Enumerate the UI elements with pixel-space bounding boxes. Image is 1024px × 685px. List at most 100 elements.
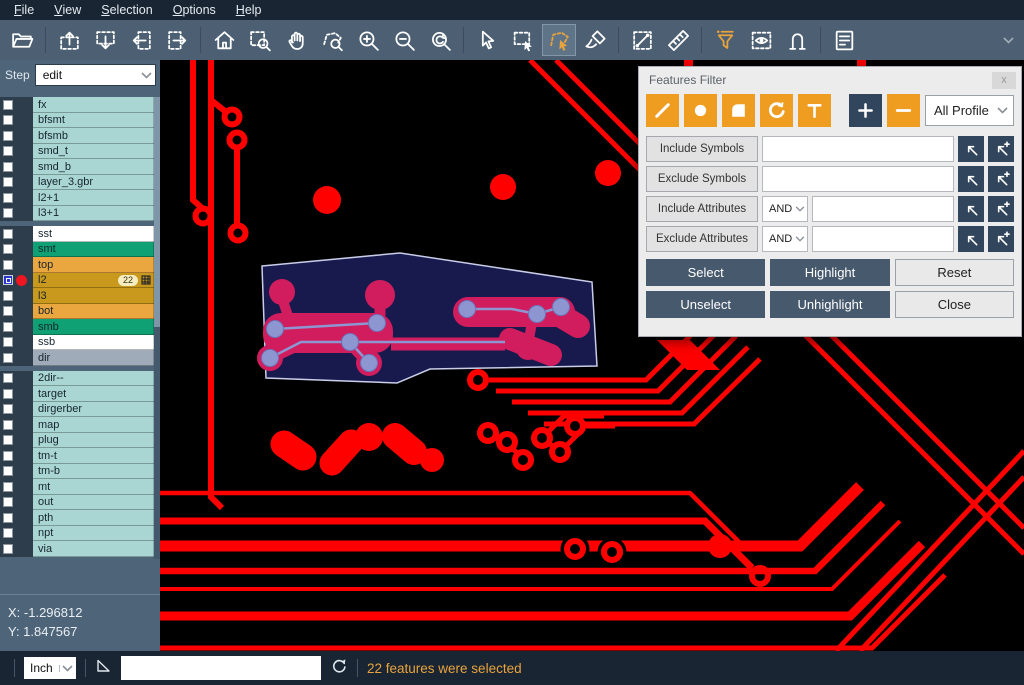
exclude-attributes-pick-add-button[interactable]	[988, 226, 1014, 252]
layer-row-sst[interactable]: sst	[0, 226, 160, 242]
layer-visibility-checkbox[interactable]	[3, 435, 13, 445]
layer-label[interactable]: map	[33, 417, 154, 433]
layer-label[interactable]: pth	[33, 510, 154, 526]
layer-visibility-checkbox[interactable]	[3, 291, 13, 301]
layer-visibility-checkbox[interactable]	[3, 482, 13, 492]
shift-view-down-button[interactable]	[88, 24, 122, 56]
layer-label[interactable]: smb	[33, 319, 154, 335]
open-folder-button[interactable]	[5, 24, 39, 56]
step-select[interactable]: edit	[35, 64, 156, 86]
include-attributes-pick-button[interactable]	[958, 196, 984, 222]
layer-visibility-checkbox[interactable]	[3, 208, 13, 218]
layer-row-dir[interactable]: dir	[0, 350, 160, 366]
exclude-symbols-pick-button[interactable]	[958, 166, 984, 192]
angle-measure-icon[interactable]	[95, 657, 112, 679]
zoom-out-button[interactable]	[387, 24, 421, 56]
layer-label[interactable]: target	[33, 386, 154, 402]
include-attributes-button[interactable]: Include Attributes	[646, 196, 758, 222]
arc-filter-button[interactable]	[760, 94, 793, 127]
layer-visibility-checkbox[interactable]	[3, 353, 13, 363]
layer-row-bot[interactable]: bot	[0, 304, 160, 320]
highlight-button[interactable]: Highlight	[770, 259, 889, 286]
layer-row-smd_t[interactable]: smd_t	[0, 144, 160, 160]
layer-visibility-checkbox[interactable]	[3, 193, 13, 203]
layer-visibility-checkbox[interactable]	[3, 229, 13, 239]
exclude-symbols-input[interactable]	[762, 166, 954, 192]
layer-label[interactable]: ssb	[33, 335, 154, 351]
layer-visibility-checkbox[interactable]	[3, 466, 13, 476]
exclude-symbols-pick-add-button[interactable]	[988, 166, 1014, 192]
select-polygon-button[interactable]	[542, 24, 576, 56]
units-select[interactable]: Inch	[24, 657, 76, 679]
include-symbols-input[interactable]	[762, 136, 954, 162]
layer-label[interactable]: l2+1	[33, 190, 154, 206]
pad-filter-button[interactable]	[684, 94, 717, 127]
layer-visibility-checkbox[interactable]	[3, 115, 13, 125]
include-symbols-button[interactable]: Include Symbols	[646, 136, 758, 162]
include-attributes-input[interactable]	[812, 196, 954, 222]
layer-visibility-checkbox[interactable]	[3, 177, 13, 187]
layer-label[interactable]: smd_t	[33, 144, 154, 160]
line-filter-button[interactable]	[646, 94, 679, 127]
layer-label[interactable]: l3	[33, 288, 154, 304]
layer-visibility-checkbox[interactable]	[3, 337, 13, 347]
unhighlight-button[interactable]: Unhighlight	[770, 291, 889, 318]
sync-icon[interactable]	[330, 657, 348, 680]
layer-visibility-checkbox[interactable]	[3, 306, 13, 316]
layer-row-mt[interactable]: mt	[0, 479, 160, 495]
layer-label[interactable]: dir	[33, 350, 154, 366]
text-filter-button[interactable]	[798, 94, 831, 127]
layer-label[interactable]: fx	[33, 97, 154, 113]
shift-view-up-button[interactable]	[52, 24, 86, 56]
view-box-button[interactable]	[744, 24, 778, 56]
command-input[interactable]	[121, 656, 321, 680]
layer-row-l2+1[interactable]: l2+1	[0, 190, 160, 206]
layer-row-l3+1[interactable]: l3+1	[0, 206, 160, 222]
layer-label[interactable]: tm-t	[33, 448, 154, 464]
layer-visibility-checkbox[interactable]	[3, 389, 13, 399]
dialog-title-bar[interactable]: Features Filter x	[639, 67, 1021, 93]
exclude-attributes-button[interactable]: Exclude Attributes	[646, 226, 758, 252]
layer-row-npt[interactable]: npt	[0, 526, 160, 542]
toolbar-overflow-chevron-icon[interactable]	[1003, 31, 1014, 49]
layer-label[interactable]: tm-b	[33, 464, 154, 480]
zoom-area-button[interactable]	[243, 24, 277, 56]
layer-label[interactable]: bfsmb	[33, 128, 154, 144]
layer-visibility-checkbox[interactable]	[3, 146, 13, 156]
layer-row-smt[interactable]: smt	[0, 242, 160, 258]
layer-visibility-checkbox[interactable]	[3, 260, 13, 270]
pan-hand-button[interactable]	[279, 24, 313, 56]
layer-visibility-checkbox[interactable]	[3, 451, 13, 461]
layer-visibility-checkbox[interactable]	[3, 131, 13, 141]
layer-label[interactable]: 2dir--	[33, 371, 154, 387]
layer-label[interactable]: bfsmt	[33, 113, 154, 129]
layer-row-l3[interactable]: l3	[0, 288, 160, 304]
clear-selection-button[interactable]	[578, 24, 612, 56]
exclude-attributes-input[interactable]	[812, 226, 954, 252]
zoom-previous-button[interactable]	[423, 24, 457, 56]
layer-row-bfsmb[interactable]: bfsmb	[0, 128, 160, 144]
layer-visibility-checkbox[interactable]	[3, 373, 13, 383]
layer-row-tm-t[interactable]: tm-t	[0, 448, 160, 464]
layer-row-dirgerber[interactable]: dirgerber	[0, 402, 160, 418]
include-symbols-pick-add-button[interactable]	[988, 136, 1014, 162]
profile-select[interactable]: All Profile	[925, 95, 1014, 126]
layer-row-target[interactable]: target	[0, 386, 160, 402]
menu-view[interactable]: View	[44, 0, 91, 20]
layer-label[interactable]: mt	[33, 479, 154, 495]
layer-label[interactable]: smd_b	[33, 159, 154, 175]
layer-label[interactable]: via	[33, 541, 154, 557]
layer-row-ssb[interactable]: ssb	[0, 335, 160, 351]
layer-row-fx[interactable]: fx	[0, 97, 160, 113]
features-filter-button[interactable]	[708, 24, 742, 56]
layer-label[interactable]: l3+1	[33, 206, 154, 222]
layer-visibility-checkbox[interactable]	[3, 513, 13, 523]
layer-visibility-checkbox[interactable]	[3, 322, 13, 332]
layer-row-layer_3.gbr[interactable]: layer_3.gbr	[0, 175, 160, 191]
layer-label[interactable]: npt	[33, 526, 154, 542]
pcb-canvas[interactable]: Features Filter x All Profile Include Sy…	[160, 60, 1024, 651]
select-rectangle-button[interactable]	[506, 24, 540, 56]
layer-label[interactable]: layer_3.gbr	[33, 175, 154, 191]
layer-row-smb[interactable]: smb	[0, 319, 160, 335]
zoom-in-button[interactable]	[351, 24, 385, 56]
